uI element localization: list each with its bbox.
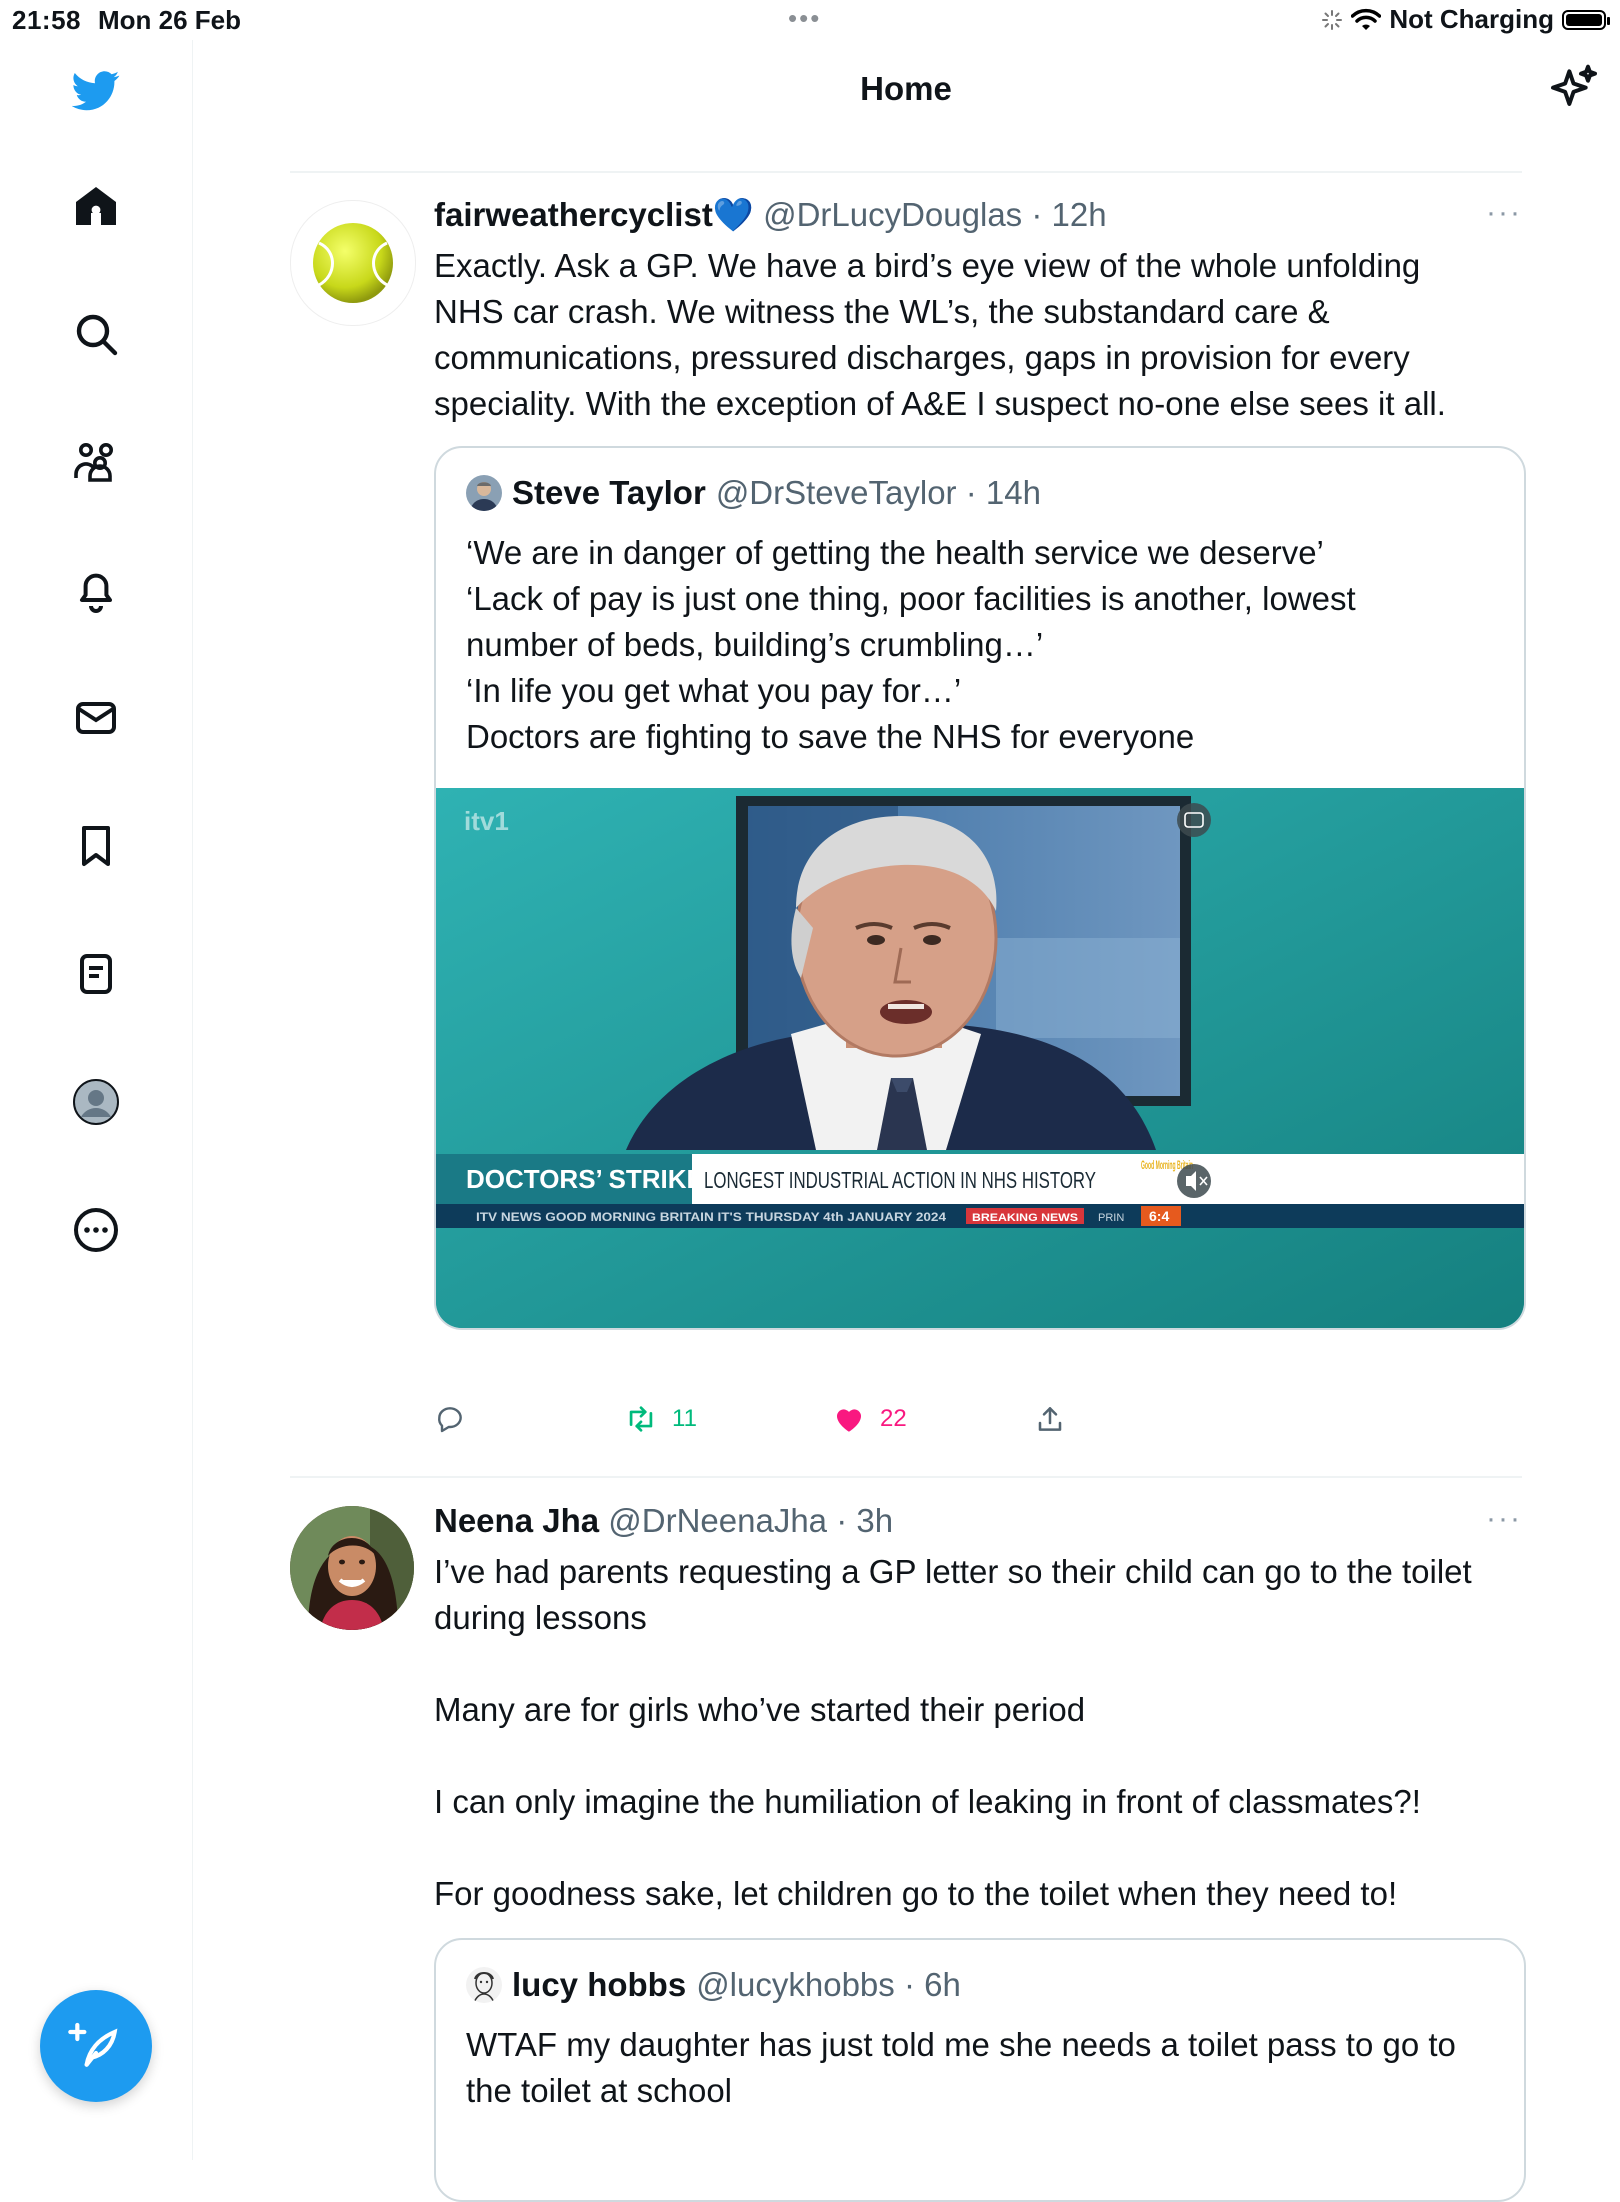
- like-button[interactable]: 22: [832, 1402, 1034, 1436]
- svg-text:6:4: 6:4: [1149, 1208, 1169, 1224]
- author-handle[interactable]: @DrNeenaJha: [608, 1502, 827, 1539]
- activity-spinner-icon: [1322, 9, 1343, 30]
- charging-status: Not Charging: [1389, 4, 1554, 34]
- sparkle-icon[interactable]: [1546, 62, 1602, 118]
- svg-text:BREAKING NEWS: BREAKING NEWS: [972, 1212, 1078, 1224]
- twitter-logo-icon[interactable]: [60, 54, 132, 126]
- tweet-text: Exactly. Ask a GP. We have a bird’s eye …: [434, 247, 1446, 422]
- share-button[interactable]: [1034, 1403, 1066, 1435]
- video-player[interactable]: itv1 DOCTORS’ STRIKE LONGEST INDUSTRIAL …: [436, 788, 1524, 1328]
- retweet-count: 11: [672, 1405, 697, 1432]
- quote-header: lucy hobbs @lucykhobbs · 6h: [466, 1966, 961, 2004]
- page-title: Home: [860, 70, 952, 107]
- quote-text: ‘We are in danger of getting the health …: [466, 534, 1356, 755]
- status-time: 21:58: [12, 5, 81, 35]
- compose-tweet-button[interactable]: [40, 1990, 152, 2102]
- heart-emoji: 💙: [712, 196, 754, 233]
- svg-text:DOCTORS’ STRIKE: DOCTORS’ STRIKE: [466, 1164, 704, 1194]
- avatar[interactable]: [290, 1506, 414, 1630]
- share-icon: [1038, 1407, 1062, 1431]
- author-handle[interactable]: @DrLucyDouglas: [763, 196, 1022, 233]
- tweet-actions: 11 22: [434, 1402, 1066, 1436]
- svg-text:itv1: itv1: [464, 806, 509, 836]
- quote-text: WTAF my daughter has just told me she ne…: [466, 2026, 1456, 2109]
- tweet-header: fairweathercyclist💙 @DrLucyDouglas · 12h: [434, 196, 1107, 235]
- quote-author-handle: @DrSteveTaylor · 14h: [715, 474, 1041, 511]
- svg-text:LONGEST INDUSTRIAL ACTION IN N: LONGEST INDUSTRIAL ACTION IN NHS HISTORY: [704, 1167, 1096, 1193]
- like-heart-icon: [836, 1409, 862, 1432]
- quoted-tweet[interactable]: Steve Taylor @DrSteveTaylor · 14h ‘We ar…: [434, 446, 1526, 1330]
- reply-button[interactable]: [434, 1403, 624, 1435]
- home-icon[interactable]: [60, 170, 132, 242]
- svg-text:PRIN: PRIN: [1098, 1212, 1124, 1224]
- status-bar: 21:58 Mon 26 Feb ••• Not Charging: [0, 0, 1620, 40]
- tweet-divider: [290, 1476, 1522, 1478]
- battery-icon: [1562, 9, 1610, 30]
- quote-avatar: [466, 475, 502, 511]
- header-divider: [290, 171, 1522, 173]
- tweet-header: Neena Jha @DrNeenaJha · 3h: [434, 1502, 893, 1540]
- retweet-icon: [629, 1406, 653, 1432]
- meta-separator: ·: [1022, 196, 1052, 233]
- sidebar: [0, 40, 193, 2160]
- notifications-icon[interactable]: [60, 554, 132, 626]
- quote-author-name: Steve Taylor: [512, 474, 706, 511]
- tweet[interactable]: fairweathercyclist💙 @DrLucyDouglas · 12h…: [290, 190, 1526, 1490]
- video-frame: itv1 DOCTORS’ STRIKE LONGEST INDUSTRIAL …: [436, 788, 1524, 1328]
- battery-level: [1566, 13, 1602, 26]
- communities-icon[interactable]: [60, 426, 132, 498]
- reply-icon: [438, 1407, 462, 1433]
- author-name[interactable]: Neena Jha: [434, 1502, 599, 1539]
- messages-icon[interactable]: [60, 682, 132, 754]
- more-icon[interactable]: [60, 1194, 132, 1266]
- status-date: Mon 26 Feb: [98, 5, 242, 35]
- quote-avatar: [466, 1967, 502, 2003]
- quote-header: Steve Taylor @DrSteveTaylor · 14h: [466, 474, 1041, 512]
- meta-separator: ·: [827, 1502, 857, 1539]
- author-name[interactable]: fairweathercyclist: [434, 196, 713, 233]
- lists-icon[interactable]: [60, 938, 132, 1010]
- like-count: 22: [880, 1405, 907, 1432]
- quote-author-handle: @lucykhobbs · 6h: [696, 1966, 961, 2003]
- avatar[interactable]: [290, 200, 416, 326]
- bookmarks-icon[interactable]: [60, 810, 132, 882]
- timeline-header: Home: [192, 40, 1620, 172]
- profile-icon[interactable]: [60, 1066, 132, 1138]
- more-options-icon[interactable]: ···: [1486, 196, 1522, 230]
- tweet[interactable]: Neena Jha @DrNeenaJha · 3h ··· I’ve had …: [290, 1496, 1526, 2202]
- multitasking-dots-icon[interactable]: •••: [788, 3, 821, 34]
- quote-author-name: lucy hobbs: [512, 1966, 687, 2003]
- tweet-text: I’ve had parents requesting a GP letter …: [434, 1553, 1472, 1912]
- svg-text:ITV NEWS GOOD MORNING BRITAI: ITV NEWS GOOD MORNING BRITAIN IT'S THURS…: [476, 1210, 946, 1224]
- quoted-tweet[interactable]: lucy hobbs @lucykhobbs · 6h WTAF my daug…: [434, 1938, 1526, 2202]
- compose-tweet-icon: [68, 2022, 118, 2067]
- wifi-icon: [1351, 8, 1382, 30]
- more-options-icon[interactable]: ···: [1486, 1502, 1522, 1536]
- status-right: Not Charging: [1321, 4, 1610, 35]
- retweet-button[interactable]: 11: [624, 1402, 832, 1436]
- search-icon[interactable]: [60, 298, 132, 370]
- tweet-time[interactable]: 12h: [1052, 196, 1107, 233]
- tweet-time[interactable]: 3h: [856, 1502, 893, 1539]
